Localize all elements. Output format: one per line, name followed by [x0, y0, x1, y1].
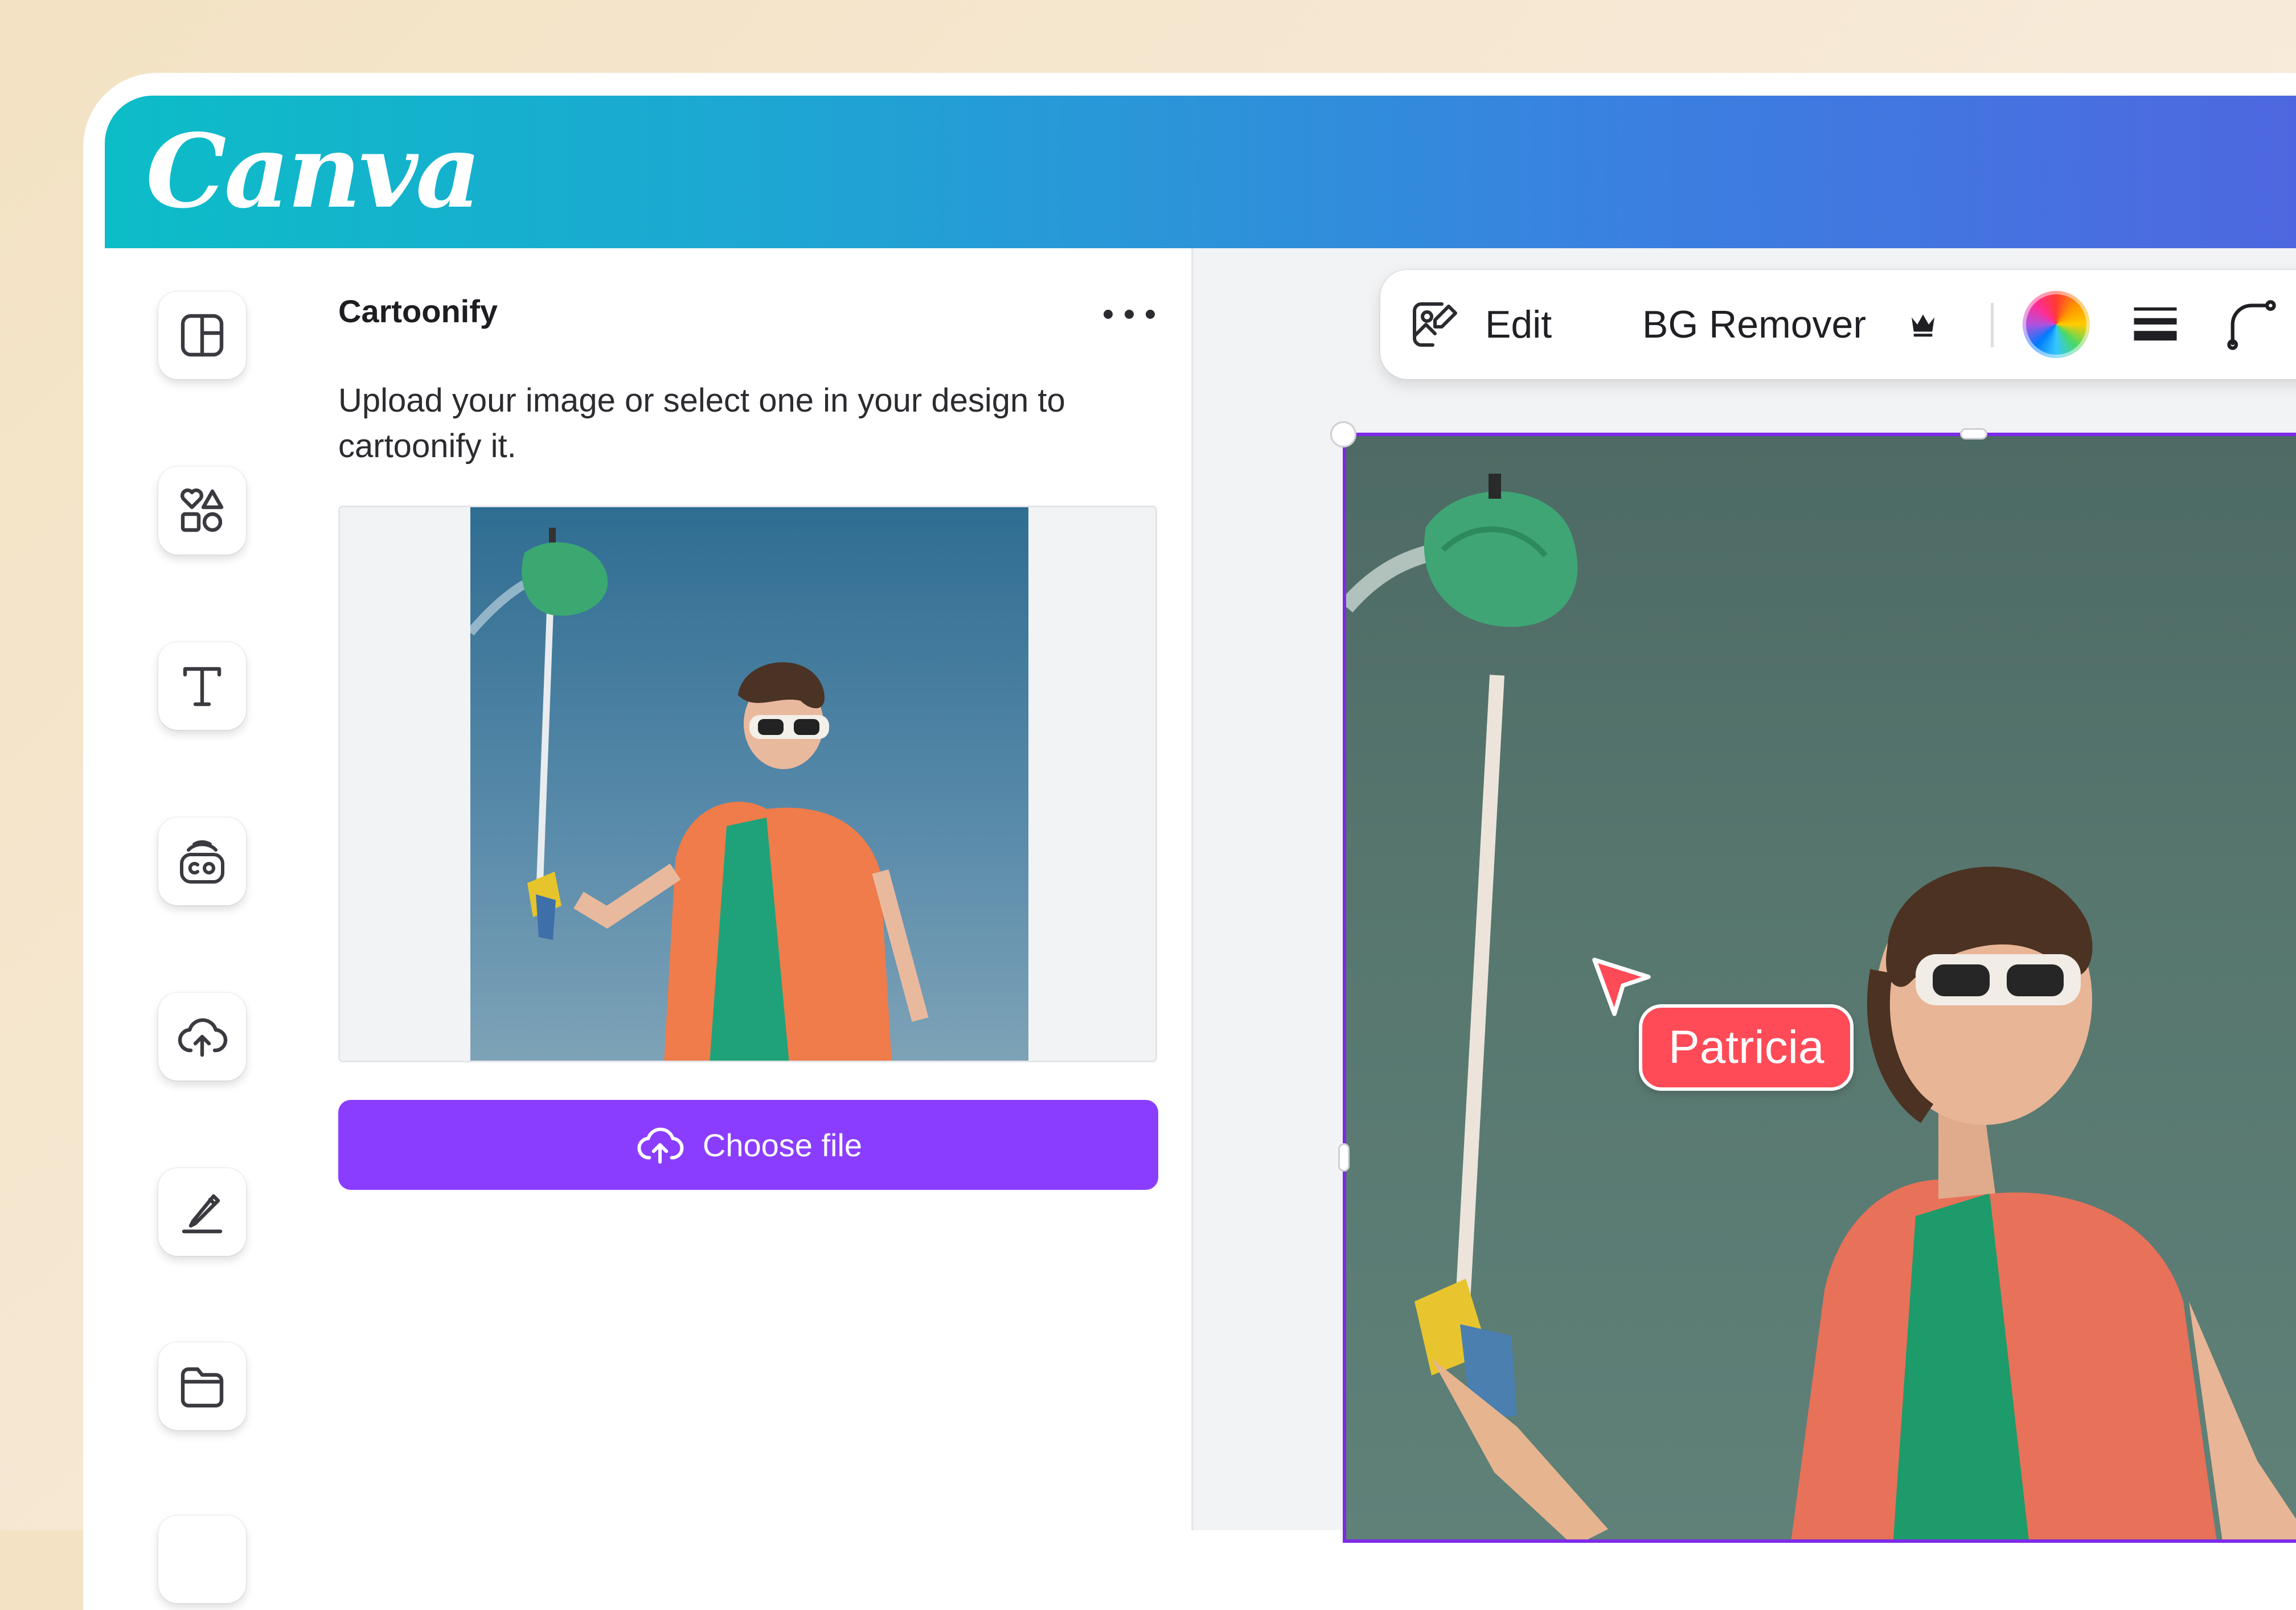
- panel-title: Cartoonify: [338, 293, 498, 329]
- corner-rounding-icon: [2227, 300, 2276, 350]
- toolbar-separator: [1991, 303, 1994, 347]
- more-horizontal-icon: [1104, 310, 1113, 319]
- choose-file-button[interactable]: Choose file: [338, 1100, 1158, 1190]
- color-wheel-icon: [2023, 291, 2090, 358]
- sidebar-item-uploads[interactable]: [158, 993, 246, 1081]
- sidebar-item-text[interactable]: [158, 642, 246, 730]
- image-preview[interactable]: [338, 506, 1157, 1062]
- sidebar-item-projects[interactable]: [158, 1342, 246, 1430]
- photo-preview: [470, 507, 1028, 1061]
- uploads-icon: [178, 1018, 228, 1057]
- projects-icon: [181, 1367, 224, 1408]
- line-weight-button[interactable]: [2130, 270, 2181, 379]
- sidebar-item-more[interactable]: [158, 1515, 246, 1603]
- bg-remover-button[interactable]: BG Remover: [1642, 270, 1940, 379]
- context-toolbar: Edit BG Remover: [1380, 270, 2296, 379]
- resize-handle-left[interactable]: [1338, 1143, 1350, 1172]
- sidebar-item-draw[interactable]: [158, 1168, 246, 1256]
- sidebar-item-elements[interactable]: [158, 467, 246, 555]
- cloud-upload-icon: [637, 1127, 684, 1164]
- sidebar-item-brand[interactable]: [158, 818, 246, 905]
- elements-icon: [181, 488, 224, 532]
- line-weight-icon: [2134, 307, 2177, 341]
- crown-icon: [1912, 314, 1934, 337]
- draw-icon: [182, 1194, 223, 1234]
- text-icon: [183, 667, 222, 707]
- choose-file-label: Choose file: [702, 1127, 863, 1163]
- cartoon-image[interactable]: [1343, 433, 2296, 1543]
- app-header: Canva: [105, 96, 2296, 248]
- resize-handle-top-left[interactable]: [1330, 421, 1356, 447]
- resize-handle-top[interactable]: [1960, 428, 1987, 440]
- brand-icon: [180, 840, 224, 884]
- panel-description: Upload your image or select one in your …: [338, 382, 1065, 465]
- sidebar-item-design[interactable]: [158, 291, 246, 379]
- edit-label: Edit: [1485, 303, 1552, 346]
- image-edit-icon: [1413, 302, 1457, 347]
- cartoon-illustration: [1346, 474, 2296, 1539]
- color-button[interactable]: [2023, 270, 2090, 379]
- bg-remover-label: BG Remover: [1642, 303, 1866, 346]
- layout-icon: [181, 314, 224, 357]
- more-options-button[interactable]: [1104, 302, 1155, 327]
- canva-logo[interactable]: Canva: [146, 112, 481, 231]
- corner-rounding-button[interactable]: [2223, 270, 2280, 379]
- edit-button[interactable]: Edit: [1408, 270, 1552, 379]
- collaborator-name-tag: Patricia: [1639, 1004, 1854, 1091]
